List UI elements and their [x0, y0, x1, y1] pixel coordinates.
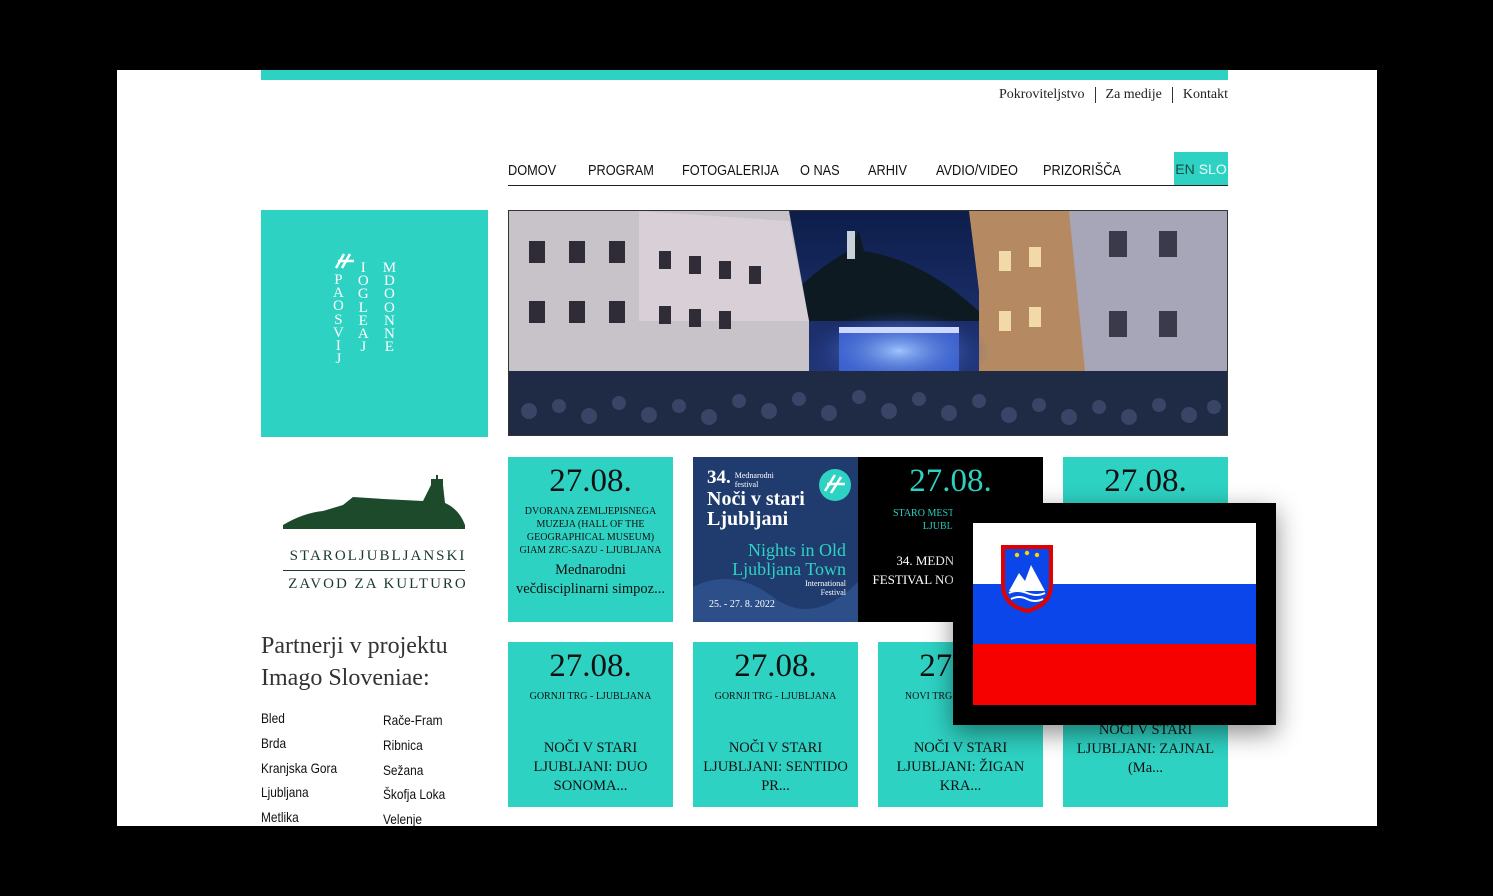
- partner-link[interactable]: Brda: [261, 731, 337, 756]
- divider: [283, 570, 465, 571]
- lang-slo[interactable]: SLO: [1199, 161, 1227, 177]
- night-concert-photo: [509, 211, 1227, 435]
- event-title: NOČI V STARI LJUBLJANI: ZAJNAL (Ma...: [1076, 722, 1215, 776]
- lang-en[interactable]: EN: [1175, 161, 1194, 177]
- event-venue: DVORANA ZEMLJEPISNEGA MUZEJA (HALL OF TH…: [519, 506, 662, 556]
- event-date: 27.08.: [549, 648, 632, 684]
- logo-column: PAOSVIJ: [333, 272, 344, 368]
- event-card[interactable]: 27.08. DVORANA ZEMLJEPISNEGA MUZEJA (HAL…: [508, 457, 673, 622]
- event-title: NOČI V STARI LJUBLJANI: SENTIDO PR...: [703, 740, 848, 794]
- nav-o-nas[interactable]: O NAS: [800, 162, 840, 185]
- event-title: NOČI V STARI LJUBLJANI: DUO SONOMA...: [533, 740, 648, 794]
- event-date: 27.08.: [909, 463, 992, 499]
- top-accent-bar: [261, 70, 1228, 80]
- link-za-medije[interactable]: Za medije: [1106, 87, 1162, 103]
- nav-domov[interactable]: DOMOV: [508, 162, 556, 185]
- partner-link[interactable]: Bled: [261, 706, 337, 731]
- link-pokroviteljstvo[interactable]: Pokroviteljstvo: [999, 87, 1085, 103]
- poster-header: 34. Mednarodni festival: [707, 467, 774, 489]
- main-nav: DOMOV PROGRAM FOTOGALERIJA O NAS ARHIV A…: [508, 151, 1228, 186]
- festival-logo[interactable]: PAOSVIJ IOGLEAJ MDOONNE: [261, 210, 488, 437]
- event-date: 27.08.: [734, 648, 817, 684]
- event-title: Mednarodni večdisciplinarni simpoz...: [516, 562, 665, 597]
- partner-link[interactable]: Rače-Fram: [383, 708, 445, 733]
- slovenia-flag-icon: [973, 523, 1256, 705]
- event-card[interactable]: 27.08. GORNJI TRG - LJUBLJANA NOČI V STA…: [508, 642, 673, 807]
- nav-arhiv[interactable]: ARHIV: [868, 162, 907, 185]
- partner-link[interactable]: Velenje: [383, 807, 445, 826]
- event-venue: GORNJI TRG - LJUBLJANA: [529, 691, 652, 702]
- language-switcher: EN SLO: [1174, 152, 1228, 185]
- logo-letters: PAOSVIJ IOGLEAJ MDOONNE: [333, 260, 396, 368]
- logo-mark-icon: [334, 253, 354, 269]
- event-venue: GORNJI TRG - LJUBLJANA: [714, 691, 837, 702]
- utility-links: Pokroviteljstvo Za medije Kontakt: [999, 87, 1228, 103]
- institution-name-line2: ZAVOD ZA KULTURO: [288, 576, 468, 592]
- partner-link[interactable]: Sežana: [383, 758, 445, 783]
- nav-fotogalerija[interactable]: FOTOGALERIJA: [682, 162, 779, 185]
- coat-of-arms-icon: [1001, 545, 1053, 613]
- divider: [1094, 87, 1096, 103]
- hero-image: [508, 210, 1228, 436]
- language-flag-overlay[interactable]: [953, 503, 1276, 725]
- partner-link[interactable]: Ljubljana: [261, 780, 337, 805]
- event-date: 27.08.: [549, 463, 632, 499]
- event-date: 27.08.: [1104, 463, 1187, 499]
- institution-name-line1: STAROLJUBLJANSKI: [289, 548, 467, 564]
- event-card[interactable]: 27.08. GORNJI TRG - LJUBLJANA NOČI V STA…: [693, 642, 858, 807]
- logo-column: MDOONNE: [382, 260, 397, 356]
- castle-logo-icon: [283, 475, 465, 529]
- nav-program[interactable]: PROGRAM: [588, 162, 654, 185]
- partners-heading: Partnerji v projektu Imago Sloveniae:: [261, 633, 448, 691]
- partners-list-col1: Bled Brda Kranjska Gora Ljubljana Metlik…: [261, 706, 337, 826]
- event-title: NOČI V STARI LJUBLJANI: ŽIGAN KRA...: [896, 740, 1025, 794]
- partner-link[interactable]: Škofja Loka: [383, 782, 445, 807]
- partner-link[interactable]: Metlika: [261, 805, 337, 826]
- partner-link[interactable]: Ribnica: [383, 733, 445, 758]
- divider: [1171, 87, 1173, 103]
- partners-list-col2: Rače-Fram Ribnica Sežana Škofja Loka Vel…: [383, 708, 445, 826]
- poster-title: Noči v stari Ljubljani: [707, 488, 805, 530]
- nav-prizorisca[interactable]: PRIZORIŠČA: [1043, 162, 1121, 185]
- partner-link[interactable]: Kranjska Gora: [261, 756, 337, 781]
- poster-english-title: Nights in Old Ljubljana Town Internation…: [732, 540, 846, 598]
- festival-poster-card[interactable]: 34. Mednarodni festival Noči v stari Lju…: [693, 457, 858, 622]
- logo-column: IOGLEAJ: [357, 260, 369, 356]
- poster-dates: 25. - 27. 8. 2022: [709, 599, 775, 610]
- link-kontakt[interactable]: Kontakt: [1183, 87, 1228, 103]
- nav-avdio-video[interactable]: AVDIO/VIDEO: [936, 162, 1018, 185]
